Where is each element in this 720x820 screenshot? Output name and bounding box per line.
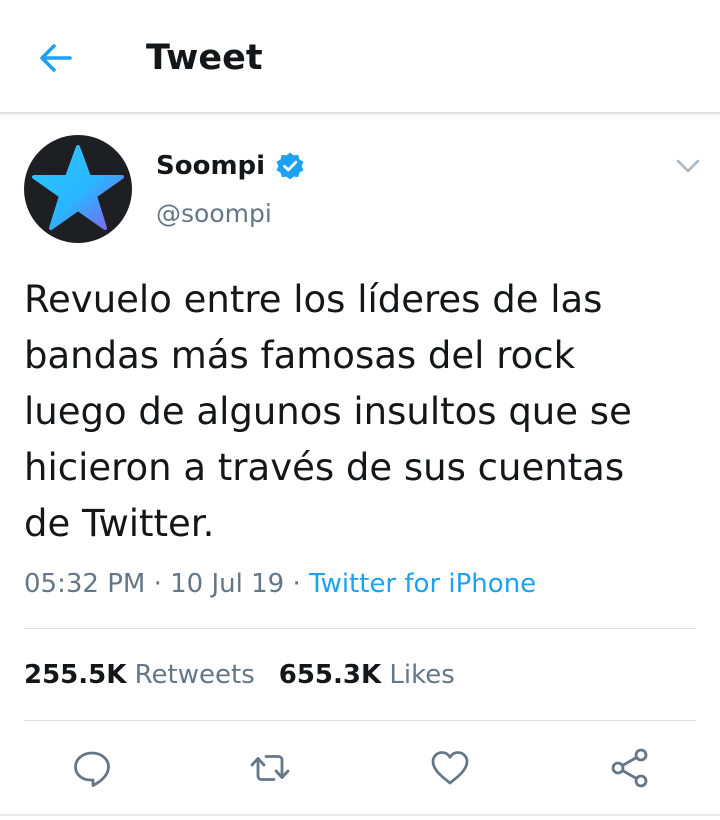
retweets-stat[interactable]: 255.5K Retweets	[24, 656, 255, 694]
retweet-button[interactable]	[248, 746, 292, 790]
display-name-row[interactable]: Soompi	[156, 148, 305, 184]
like-icon	[431, 751, 469, 785]
tweet-date: 10 Jul 19	[170, 569, 285, 599]
display-name: Soompi	[156, 151, 266, 181]
share-icon	[611, 748, 648, 788]
verified-badge-icon	[276, 152, 304, 180]
avatar[interactable]	[24, 135, 132, 243]
like-button[interactable]	[428, 746, 472, 790]
share-button[interactable]	[608, 746, 652, 790]
retweets-count: 255.5K	[24, 660, 127, 690]
meta-separator: ·	[145, 569, 171, 599]
retweet-icon	[250, 755, 290, 781]
more-options-button[interactable]	[672, 150, 704, 182]
divider	[24, 720, 696, 721]
likes-stat[interactable]: 655.3K Likes	[279, 656, 455, 694]
back-button[interactable]	[34, 36, 78, 80]
divider	[0, 814, 720, 816]
star-icon	[32, 145, 124, 230]
reply-icon	[74, 751, 110, 787]
reply-button[interactable]	[70, 746, 114, 790]
divider	[24, 628, 696, 629]
chevron-down-icon	[676, 159, 700, 173]
tweet-meta: 05:32 PM · 10 Jul 19 · Twitter for iPhon…	[24, 566, 536, 602]
retweets-label: Retweets	[134, 660, 255, 690]
engagement-stats: 255.5K Retweets 655.3K Likes	[24, 656, 455, 694]
app-header: Tweet	[0, 0, 720, 114]
action-bar	[0, 740, 720, 800]
page-title: Tweet	[146, 38, 263, 78]
user-handle[interactable]: @soompi	[156, 196, 272, 232]
likes-label: Likes	[389, 660, 455, 690]
tweet-text: Revuelo entre los líderes de las bandas …	[24, 278, 632, 545]
meta-separator: ·	[284, 569, 309, 599]
likes-count: 655.3K	[278, 660, 382, 690]
tweet-source-link[interactable]: Twitter for iPhone	[309, 569, 536, 599]
tweet-time: 05:32 PM	[24, 569, 146, 599]
arrow-left-icon	[40, 44, 72, 72]
